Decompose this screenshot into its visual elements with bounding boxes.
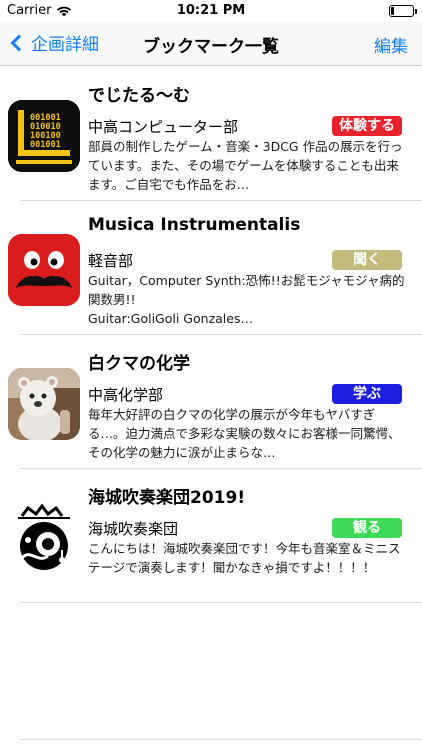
back-button[interactable]: 企画詳細 bbox=[8, 30, 99, 55]
item-title: Musica Instrumentalis bbox=[88, 215, 301, 235]
back-label: 企画詳細 bbox=[31, 35, 99, 55]
item-title: 白クマの化学 bbox=[88, 354, 190, 374]
item-title: 海城吹奏楽団2019! bbox=[88, 488, 246, 508]
item-organization: 軽音部 bbox=[88, 252, 134, 270]
status-bar: Carrier 10:21 PM bbox=[0, 0, 422, 22]
edit-button[interactable]: 編集 bbox=[374, 32, 408, 57]
bookmark-list: 001001 010010 100100 001001 でじたる〜む 中高コンピ… bbox=[0, 67, 422, 603]
navigation-bar: 企画詳細 ブックマーク一覧 編集 bbox=[0, 22, 422, 66]
status-time: 10:21 PM bbox=[176, 3, 246, 18]
mustache-face-icon bbox=[8, 234, 80, 306]
category-badge: 体験する bbox=[332, 116, 402, 136]
item-organization: 中高化学部 bbox=[88, 386, 164, 404]
binary-line: 001001 bbox=[30, 140, 61, 150]
chevron-left-icon bbox=[10, 34, 28, 51]
list-item[interactable]: 海城吹奏楽団2019! 海城吹奏楽団 観る こんにちは！海城吹奏楽団です！今年も… bbox=[0, 469, 422, 603]
list-item[interactable]: 001001 010010 100100 001001 でじたる〜む 中高コンピ… bbox=[0, 67, 422, 201]
bottom-divider bbox=[20, 739, 422, 740]
list-item[interactable]: 白クマの化学 中高化学部 学ぶ 毎年大好評の白クマの化学の展示が今年もヤバすぎる… bbox=[0, 335, 422, 469]
item-title: でじたる〜む bbox=[88, 86, 190, 106]
battery-icon bbox=[389, 5, 417, 17]
item-description: こんにちは！海城吹奏楽団です！今年も音楽室＆ミニステージで演奏します！聞かなきゃ… bbox=[88, 541, 401, 575]
item-description: Guitar，Computer Synth:恐怖!!お髭モジャモジャ病的関数男!… bbox=[88, 273, 405, 326]
polar-bear-photo-icon bbox=[8, 368, 80, 440]
category-badge: 学ぶ bbox=[332, 384, 402, 404]
list-item[interactable]: Musica Instrumentalis 軽音部 聞く Guitar，Comp… bbox=[0, 201, 422, 335]
category-badge: 観る bbox=[332, 518, 402, 538]
item-description: 部員の制作したゲーム・音楽・3DCG 作品の展示を行っています。また、その場でゲ… bbox=[88, 139, 403, 192]
item-description: 毎年大好評の白クマの化学の展示が今年もヤバすぎる…。迫力満点で多彩な実験の数々に… bbox=[88, 407, 401, 460]
item-organization: 海城吹奏楽団 bbox=[88, 520, 179, 538]
binary-computer-icon: 001001 010010 100100 001001 bbox=[8, 100, 80, 172]
battery-level bbox=[391, 7, 395, 15]
category-badge: 聞く bbox=[332, 250, 402, 270]
item-organization: 中高コンピューター部 bbox=[88, 118, 239, 136]
brass-band-icon bbox=[8, 502, 80, 574]
